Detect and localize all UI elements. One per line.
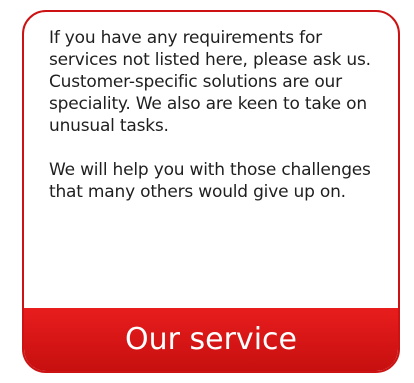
service-paragraph-1: If you have any requirements for service… — [49, 28, 371, 136]
service-description: If you have any requirements for service… — [49, 27, 374, 225]
service-title: Our service — [125, 321, 297, 357]
service-card: If you have any requirements for service… — [22, 10, 400, 373]
service-paragraph-2: We will help you with those challenges t… — [49, 160, 371, 202]
service-footer[interactable]: Our service — [24, 308, 398, 371]
